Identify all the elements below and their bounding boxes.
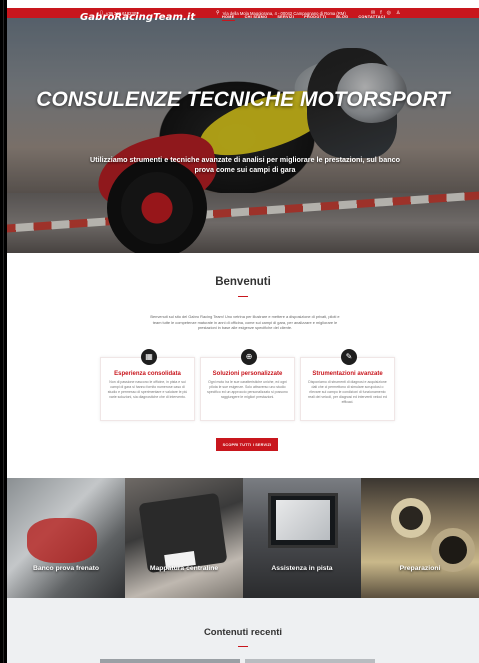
- feature-text: Ogni moto ha le sue caratteristiche unic…: [207, 380, 288, 399]
- feature-title: Strumentazioni avanzate: [312, 371, 383, 377]
- recent-thumbnail[interactable]: [245, 659, 375, 663]
- tile-label: Preparazioni: [399, 565, 441, 572]
- page: ▯ +39 339 6182307 ⚲ Via della Mola Maggi…: [0, 0, 479, 663]
- recent-thumbnail[interactable]: [100, 659, 240, 663]
- tile-label: Assistenza in pista: [271, 565, 333, 572]
- feature-card-solutions: ⊕ Soluzioni personalizzate Ogni moto ha …: [200, 349, 295, 421]
- instagram-icon[interactable]: ◎: [387, 10, 391, 16]
- hero-title: CONSULENZE TECNICHE MOTORSPORT: [36, 88, 450, 111]
- left-edge: [0, 0, 7, 663]
- target-icon: ⊕: [241, 349, 257, 365]
- wrench-icon: ✎: [341, 349, 357, 365]
- hero-subtitle: Utilizziamo strumenti e tecniche avanzat…: [90, 155, 400, 174]
- menu-contattaci[interactable]: CONTATTACI: [358, 15, 385, 21]
- feature-text: Disponiamo di strumenti di diagnosi e ac…: [308, 380, 387, 404]
- feature-title: Soluzioni personalizzate: [212, 371, 283, 377]
- site-logo[interactable]: GabroRacingTeam.it: [80, 12, 195, 23]
- welcome-title: Benvenuti: [215, 276, 271, 288]
- tile-preparazioni[interactable]: Preparazioni: [361, 478, 479, 598]
- recent-divider: [238, 646, 248, 647]
- tile-assistenza[interactable]: Assistenza in pista: [243, 478, 361, 598]
- menu-servizi[interactable]: SERVIZI: [277, 15, 294, 21]
- hero-image: [7, 18, 479, 253]
- feature-text: Non di passione nascono le officine, in …: [107, 380, 188, 399]
- tile-banco-prova[interactable]: Banco prova frenato: [7, 478, 125, 598]
- feature-title: Esperienza consolidata: [114, 371, 181, 377]
- menu-chi-siamo[interactable]: CHI SIAMO: [245, 15, 268, 21]
- tile-label: Mappatura centraline: [149, 565, 219, 572]
- main-menu: HOME CHI SIAMO SERVIZI PRODOTTI BLOG CON…: [222, 15, 385, 21]
- feature-card-tools: ✎ Strumentazioni avanzate Disponiamo di …: [300, 349, 395, 421]
- services-button[interactable]: SCOPRI TUTTI I SERVIZI: [216, 438, 278, 451]
- menu-home[interactable]: HOME: [222, 15, 235, 21]
- recent-title: Contenuti recenti: [203, 627, 283, 638]
- garage-icon: ▦: [141, 349, 157, 365]
- service-tiles: Banco prova frenato Mappatura centraline…: [7, 478, 479, 598]
- feature-card-experience: ▦ Esperienza consolidata Non di passione…: [100, 349, 195, 421]
- menu-blog[interactable]: BLOG: [336, 15, 348, 21]
- title-divider: [238, 296, 248, 297]
- menu-prodotti[interactable]: PRODOTTI: [304, 15, 326, 21]
- welcome-text: Benvenuti sul sito del Gabro Racing Team…: [150, 314, 340, 331]
- map-pin-icon: ⚲: [216, 9, 220, 16]
- tile-mappatura[interactable]: Mappatura centraline: [125, 478, 243, 598]
- user-icon[interactable]: ♙: [396, 10, 400, 16]
- tile-label: Banco prova frenato: [32, 565, 100, 572]
